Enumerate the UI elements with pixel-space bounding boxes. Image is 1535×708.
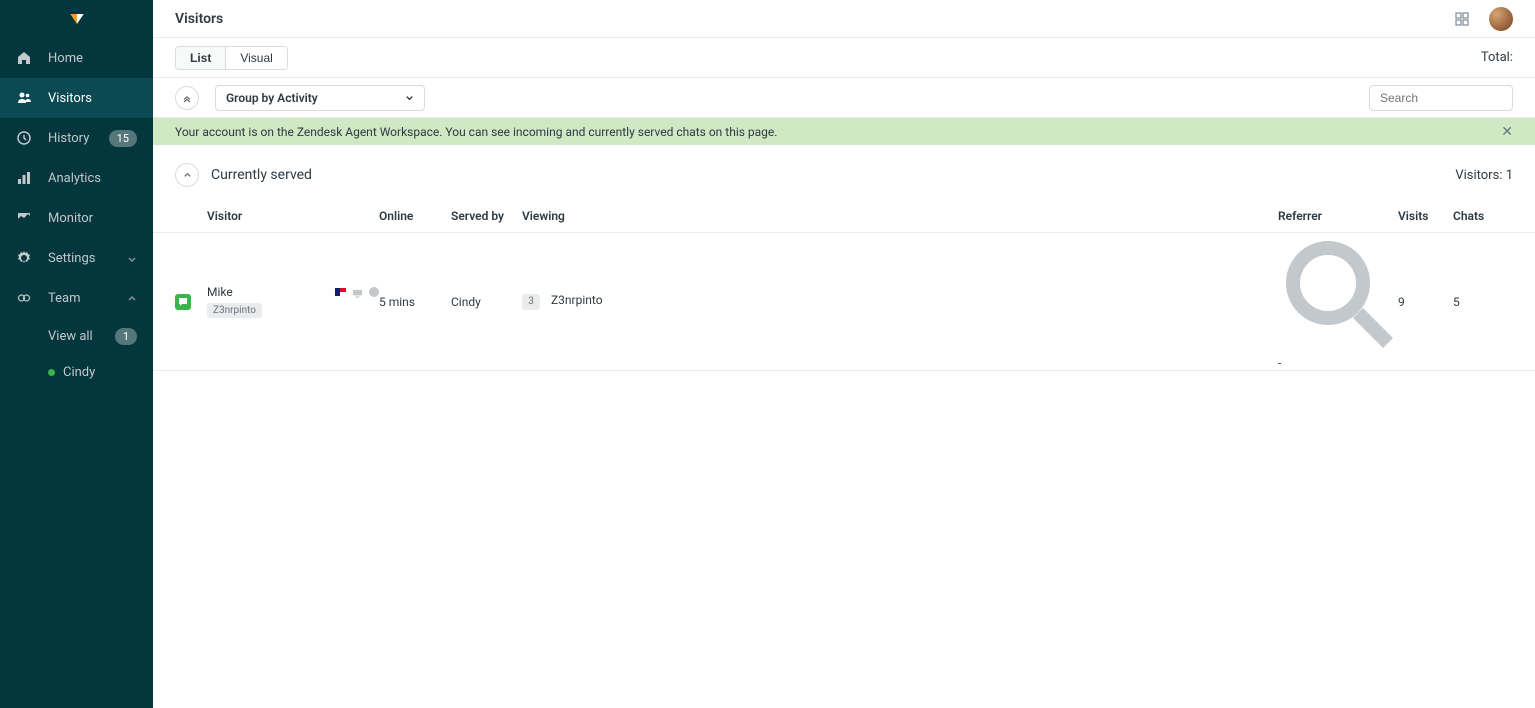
header: Visitors	[153, 0, 1535, 38]
section-header: Currently served Visitors: 1	[153, 145, 1535, 199]
col-online: Online	[379, 209, 451, 223]
group-by-label: Group by Activity	[226, 91, 318, 105]
tab-list[interactable]: List	[176, 47, 226, 69]
sidebar-item-history[interactable]: History 15	[0, 118, 153, 158]
nav: Home Visitors History 15 Analytics Monit…	[0, 38, 153, 318]
apps-icon[interactable]	[1455, 12, 1469, 26]
team-count-badge: 1	[115, 328, 137, 345]
col-visits: Visits	[1398, 209, 1453, 223]
filter-bar: Group by Activity	[153, 78, 1535, 118]
sidebar-item-label: Monitor	[48, 211, 137, 226]
search-input[interactable]	[1369, 85, 1513, 111]
analytics-icon	[16, 170, 32, 186]
history-icon	[16, 130, 32, 146]
visitor-name: Mike	[207, 285, 233, 299]
collapse-all-button[interactable]	[175, 86, 199, 110]
sidebar-item-visitors[interactable]: Visitors	[0, 78, 153, 118]
team-submenu: View all 1 Cindy	[0, 318, 153, 390]
chevron-down-icon	[127, 253, 137, 263]
sidebar-item-analytics[interactable]: Analytics	[0, 158, 153, 198]
browser-icon	[369, 287, 379, 297]
page-title: Visitors	[175, 11, 223, 27]
sidebar-item-label: Analytics	[48, 171, 137, 186]
viewing-count-badge: 3	[522, 294, 540, 310]
sidebar-item-label: View all	[48, 329, 93, 344]
avatar[interactable]	[1489, 7, 1513, 31]
visitor-tag: Z3nrpinto	[207, 303, 262, 318]
cell-visits: 9	[1398, 295, 1453, 309]
sidebar-item-label: History	[48, 131, 109, 146]
section-collapse-button[interactable]	[175, 163, 199, 187]
col-visitor: Visitor	[207, 209, 379, 223]
monitor-icon	[16, 210, 32, 226]
view-toggle: List Visual	[175, 46, 288, 70]
gear-icon	[16, 250, 32, 266]
col-chats: Chats	[1453, 209, 1513, 223]
search-icon	[1278, 342, 1398, 356]
collapse-icon	[182, 93, 192, 103]
flag-icon	[335, 288, 346, 296]
desktop-icon	[352, 288, 363, 297]
sidebar-item-label: Home	[48, 51, 137, 66]
tab-visual[interactable]: Visual	[226, 47, 286, 69]
col-referrer: Referrer	[1278, 209, 1398, 223]
section-title: Currently served	[211, 167, 312, 183]
cell-online: 5 mins	[379, 295, 451, 309]
notice-text: Your account is on the Zendesk Agent Wor…	[175, 125, 777, 139]
cell-served-by: Cindy	[451, 295, 522, 309]
sidebar-item-home[interactable]: Home	[0, 38, 153, 78]
chevron-down-icon	[405, 93, 414, 102]
zendesk-chat-logo-icon	[67, 9, 87, 29]
chat-status-icon	[175, 294, 191, 310]
sidebar-item-team[interactable]: Team	[0, 278, 153, 318]
group-by-dropdown[interactable]: Group by Activity	[215, 85, 425, 111]
col-viewing: Viewing	[522, 209, 1278, 223]
cell-referrer: -	[1278, 356, 1281, 370]
sidebar: Home Visitors History 15 Analytics Monit…	[0, 0, 153, 708]
chevron-up-icon	[183, 171, 192, 180]
team-icon	[16, 290, 32, 306]
team-view-all[interactable]: View all 1	[0, 318, 153, 354]
sidebar-item-label: Team	[48, 291, 127, 306]
sidebar-item-label: Settings	[48, 251, 127, 266]
visitors-table: Visitor Online Served by Viewing Referre…	[153, 199, 1535, 371]
logo[interactable]	[0, 0, 153, 38]
notice-banner: Your account is on the Zendesk Agent Wor…	[153, 118, 1535, 145]
table-header: Visitor Online Served by Viewing Referre…	[153, 199, 1535, 233]
close-icon[interactable]: ✕	[1501, 124, 1513, 140]
toolbar: List Visual Total:	[153, 38, 1535, 78]
section-count: Visitors: 1	[1455, 168, 1513, 183]
sidebar-item-label: Visitors	[48, 91, 137, 106]
sidebar-item-monitor[interactable]: Monitor	[0, 198, 153, 238]
team-member-name: Cindy	[63, 365, 95, 380]
cell-viewing-page: Z3nrpinto	[551, 293, 603, 307]
team-member-cindy[interactable]: Cindy	[0, 354, 153, 390]
visitors-icon	[16, 90, 32, 106]
cell-chats: 5	[1453, 295, 1513, 309]
table-row[interactable]: Mike Z3nrpinto 5 mins Cindy 3 Z3nrpinto	[153, 233, 1535, 371]
status-online-icon	[48, 369, 55, 376]
home-icon	[16, 50, 32, 66]
col-served-by: Served by	[451, 209, 522, 223]
total-label: Total:	[1481, 50, 1513, 65]
sidebar-item-settings[interactable]: Settings	[0, 238, 153, 278]
history-badge: 15	[109, 130, 137, 147]
main: Visitors List Visual Total: Group by Act…	[153, 0, 1535, 708]
chevron-up-icon	[127, 293, 137, 303]
